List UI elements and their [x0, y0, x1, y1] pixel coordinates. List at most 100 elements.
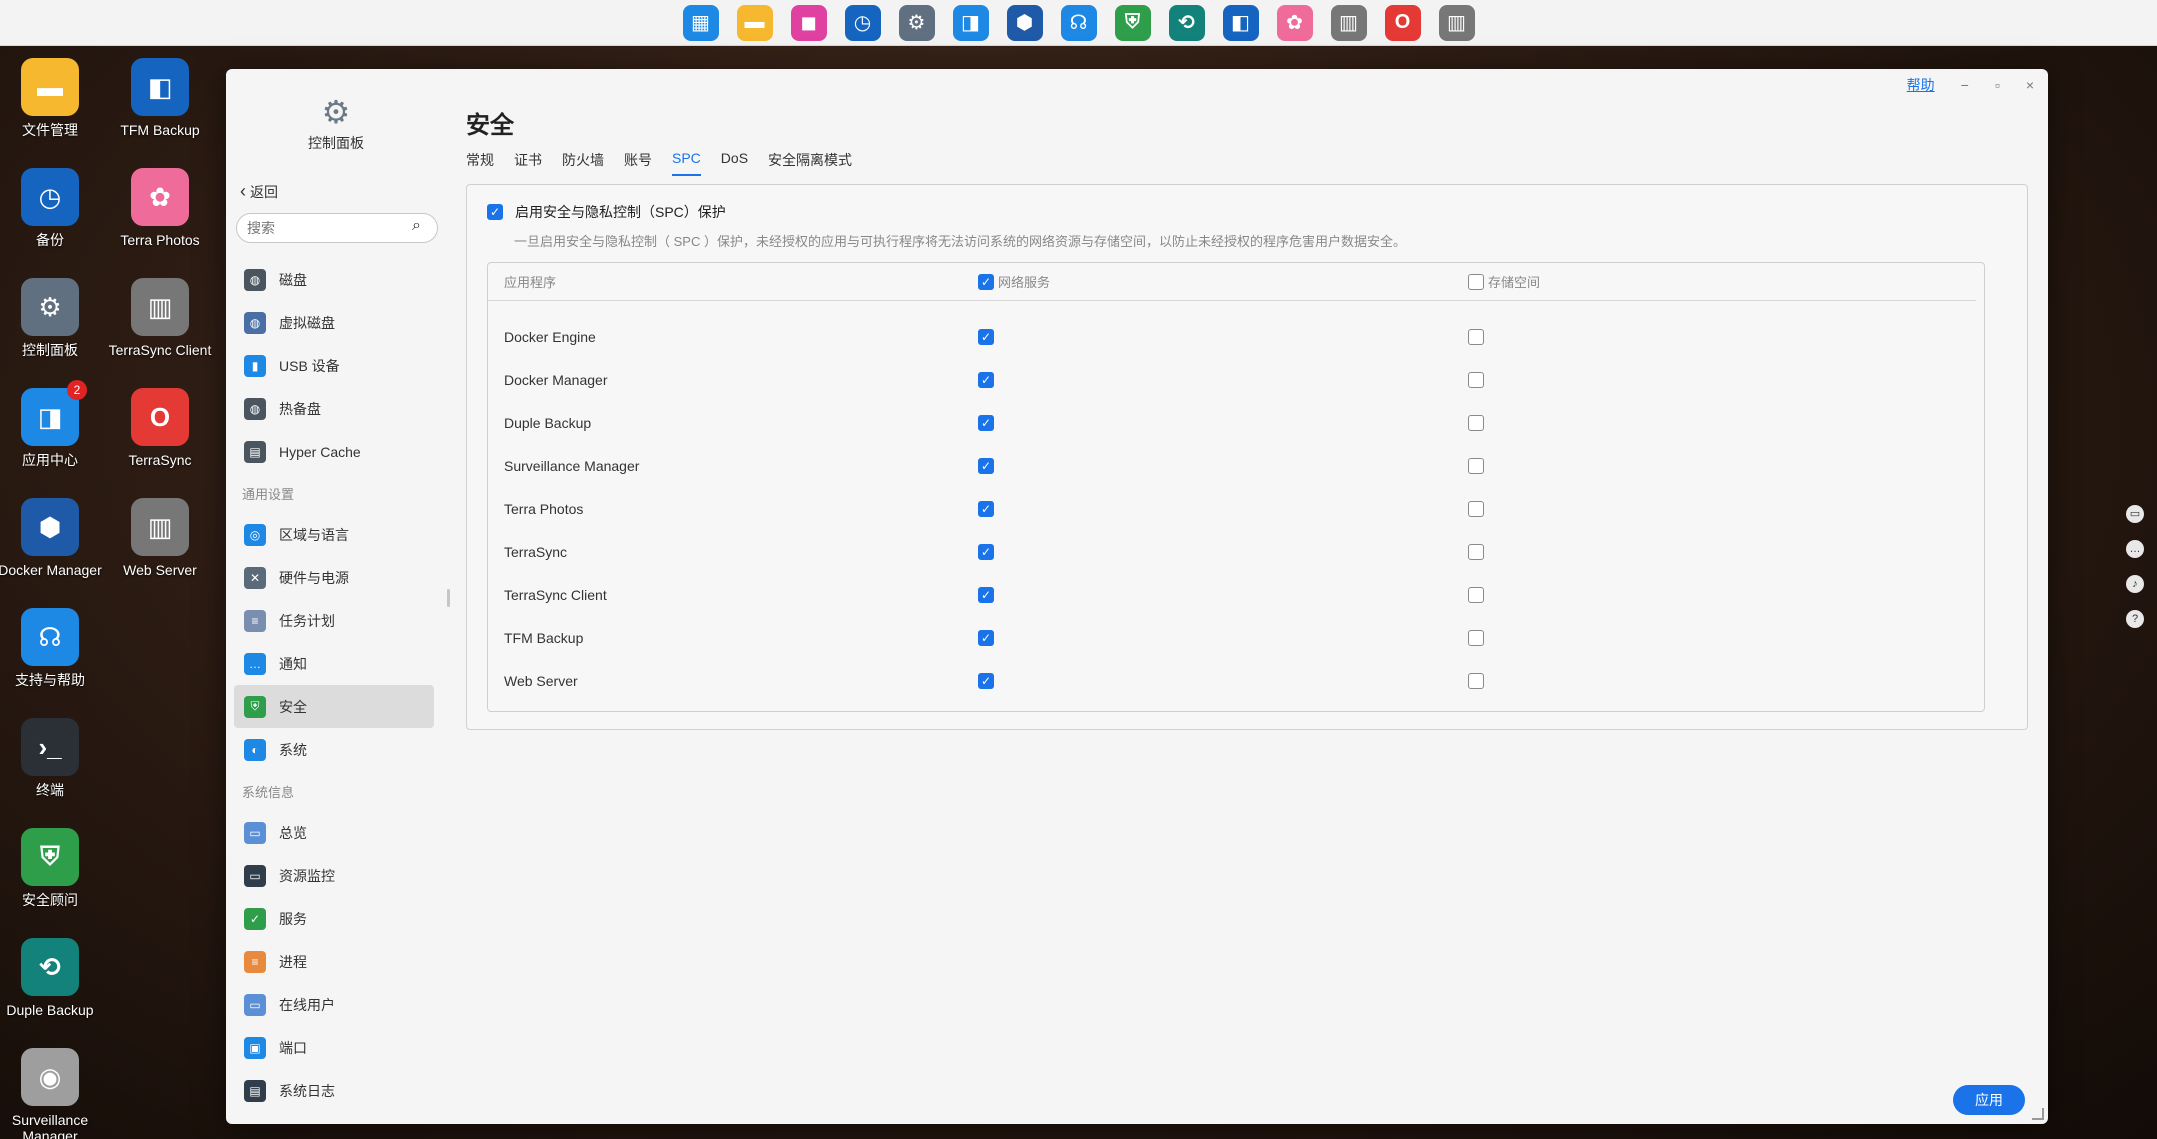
desktop-docker-manager[interactable]: ⬢ Docker Manager — [0, 498, 105, 608]
tab-firewall[interactable]: 防火墙 — [562, 150, 604, 176]
apply-button[interactable]: 应用 — [1953, 1085, 2025, 1115]
back-button[interactable]: ‹ 返回 — [240, 181, 278, 202]
desktop-file-manager[interactable]: ▬ 文件管理 — [0, 58, 105, 168]
network-select-all-checkbox[interactable]: ✓ — [978, 273, 994, 290]
tab-spc[interactable]: SPC — [672, 150, 701, 176]
terrasync-icon[interactable]: O — [1384, 4, 1421, 41]
sidebar-item-label: 通知 — [279, 655, 307, 672]
tab-dos[interactable]: DoS — [721, 150, 748, 176]
sidebar-item-hardware[interactable]: ✕ 硬件与电源 — [234, 556, 434, 599]
backup-icon[interactable]: ◷ — [844, 4, 881, 41]
bell-icon[interactable]: ♪ — [2126, 575, 2144, 593]
terrasync-client-icon[interactable]: ▥ — [1330, 4, 1367, 41]
storage-checkbox[interactable]: ✓ — [1468, 457, 1484, 474]
headset-icon-glyph: ☊ — [38, 621, 62, 652]
file-manager-icon[interactable]: ▬ — [736, 4, 773, 41]
tab-certificate[interactable]: 证书 — [514, 150, 542, 176]
sidebar-list: ◍ 磁盘 ◍ 虚拟磁盘 ▮ USB 设备 ◍ 热备盘 ▤ Hyper Cache 通用设置 ◎ 区域与语… — [234, 258, 434, 1112]
storage-checkbox[interactable]: ✓ — [1468, 328, 1484, 345]
network-checkbox[interactable]: ✓ — [978, 328, 994, 345]
sidebar-item-disk[interactable]: ◍ 磁盘 — [234, 258, 434, 301]
control-panel-icon[interactable]: ⚙ — [898, 4, 935, 41]
storage-checkbox[interactable]: ✓ — [1468, 500, 1484, 517]
network-checkbox[interactable]: ✓ — [978, 543, 994, 560]
backup-clock-icon-glyph: ◷ — [38, 181, 62, 212]
network-checkbox[interactable]: ✓ — [978, 586, 994, 603]
desktop-duple-backup[interactable]: ⟲ Duple Backup — [0, 938, 105, 1048]
storage-checkbox[interactable]: ✓ — [1468, 672, 1484, 689]
network-checkbox[interactable]: ✓ — [978, 500, 994, 517]
disk-icon: ◍ — [244, 268, 266, 291]
sidebar-item-online-users[interactable]: ▭ 在线用户 — [234, 983, 434, 1026]
sidebar-item-system-log[interactable]: ▤ 系统日志 — [234, 1069, 434, 1112]
desktop-app-center[interactable]: ◨ 2 应用中心 — [0, 380, 105, 498]
sidebar-item-ports[interactable]: ▣ 端口 — [234, 1026, 434, 1069]
sidebar-item-region[interactable]: ◎ 区域与语言 — [234, 513, 434, 556]
web-server-icon[interactable]: ▥ — [1438, 4, 1475, 41]
desktop-terrasync[interactable]: O TerraSync — [105, 388, 215, 498]
network-checkbox[interactable]: ✓ — [978, 672, 994, 689]
virtual-disk-icon: ◍ — [244, 311, 266, 334]
tab-isolation[interactable]: 安全隔离模式 — [768, 150, 852, 176]
storage-checkbox[interactable]: ✓ — [1468, 586, 1484, 603]
resize-handle[interactable] — [2032, 1108, 2044, 1120]
chat-icon[interactable]: … — [2126, 540, 2144, 558]
desktop-control-panel[interactable]: ⚙ 控制面板 — [0, 278, 105, 388]
sidebar-item-services[interactable]: ✓ 服务 — [234, 897, 434, 940]
nas-sync-icon: ▥ — [131, 278, 189, 336]
network-checkbox[interactable]: ✓ — [978, 371, 994, 388]
app-center-icon[interactable]: ◨ — [952, 4, 989, 41]
search-icon[interactable]: ⌕ — [412, 217, 421, 235]
tab-account[interactable]: 账号 — [624, 150, 652, 176]
sidebar-item-usb[interactable]: ▮ USB 设备 — [234, 344, 434, 387]
sidebar-item-security[interactable]: ⛨ 安全 — [234, 685, 434, 728]
storage-checkbox[interactable]: ✓ — [1468, 629, 1484, 646]
storage-checkbox[interactable]: ✓ — [1468, 371, 1484, 388]
sidebar-item-overview[interactable]: ▭ 总览 — [234, 811, 434, 854]
desktop-terrasync-client[interactable]: ▥ TerraSync Client — [105, 278, 215, 388]
tfm-backup-icon[interactable]: ◧ — [1222, 4, 1259, 41]
desktop-support[interactable]: ☊ 支持与帮助 — [0, 608, 105, 718]
storage-select-all-checkbox[interactable]: ✓ — [1468, 273, 1484, 290]
sidebar-item-hyper-cache[interactable]: ▤ Hyper Cache — [234, 430, 434, 473]
network-checkbox[interactable]: ✓ — [978, 414, 994, 431]
sidebar-item-resource-monitor[interactable]: ▭ 资源监控 — [234, 854, 434, 897]
sidebar-item-notification[interactable]: … 通知 — [234, 642, 434, 685]
sidebar-item-hot-spare[interactable]: ◍ 热备盘 — [234, 387, 434, 430]
desktop-terminal[interactable]: ›_ 终端 — [0, 718, 105, 828]
docker-icon[interactable]: ⬢ — [1006, 4, 1043, 41]
tfm-backup-icon: ◧ — [131, 58, 189, 116]
sidebar-item-task[interactable]: ≡ 任务计划 — [234, 599, 434, 642]
spc-app-table: 应用程序 ✓ 网络服务 ✓ 存储空间 Docker Engine✓✓Docker… — [487, 262, 1985, 712]
app-name: Surveillance Manager — [504, 457, 640, 474]
terra-photos-icon[interactable]: ✿ — [1276, 4, 1313, 41]
notification-badge: 2 — [67, 380, 87, 400]
tab-general[interactable]: 常规 — [466, 150, 494, 176]
network-checkbox[interactable]: ✓ — [978, 629, 994, 646]
nas-sync-icon-glyph: ▥ — [147, 291, 173, 322]
support-icon[interactable]: ☊ — [1060, 4, 1097, 41]
monitor-icon[interactable]: ▭ — [2126, 505, 2144, 523]
desktop-security-advisor[interactable]: ⛨ 安全顾问 — [0, 828, 105, 938]
desktop-backup[interactable]: ◷ 备份 — [0, 168, 105, 278]
desktop-web-server[interactable]: ▥ Web Server — [105, 498, 215, 608]
duple-backup-icon[interactable]: ⟲ — [1168, 4, 1205, 41]
online-users-icon: ▭ — [244, 993, 266, 1016]
sidebar-item-process[interactable]: ≡ 进程 — [234, 940, 434, 983]
desktop-tfm-backup[interactable]: ◧ TFM Backup — [105, 58, 215, 168]
storage-checkbox[interactable]: ✓ — [1468, 414, 1484, 431]
sidebar-item-virtual-disk[interactable]: ◍ 虚拟磁盘 — [234, 301, 434, 344]
media-icon[interactable]: ◼ — [790, 4, 827, 41]
sidebar-scrollbar[interactable] — [447, 589, 450, 607]
desktop-terra-photos[interactable]: ✿ Terra Photos — [105, 168, 215, 278]
security-advisor-icon[interactable]: ⛨ — [1114, 4, 1151, 41]
help-circle-icon[interactable]: ? — [2126, 610, 2144, 628]
sidebar-item-system[interactable]: ◐ 系统 — [234, 728, 434, 771]
spc-enable-checkbox[interactable]: ✓ — [487, 204, 503, 220]
table-row: Duple Backup ✓ ✓ — [488, 401, 1976, 444]
search-input[interactable] — [236, 213, 438, 243]
desktop-surveillance-manager[interactable]: ◉ Surveillance Manager — [0, 1048, 105, 1139]
network-checkbox[interactable]: ✓ — [978, 457, 994, 474]
storage-checkbox[interactable]: ✓ — [1468, 543, 1484, 560]
start-menu-icon[interactable]: ▦ — [682, 4, 719, 41]
